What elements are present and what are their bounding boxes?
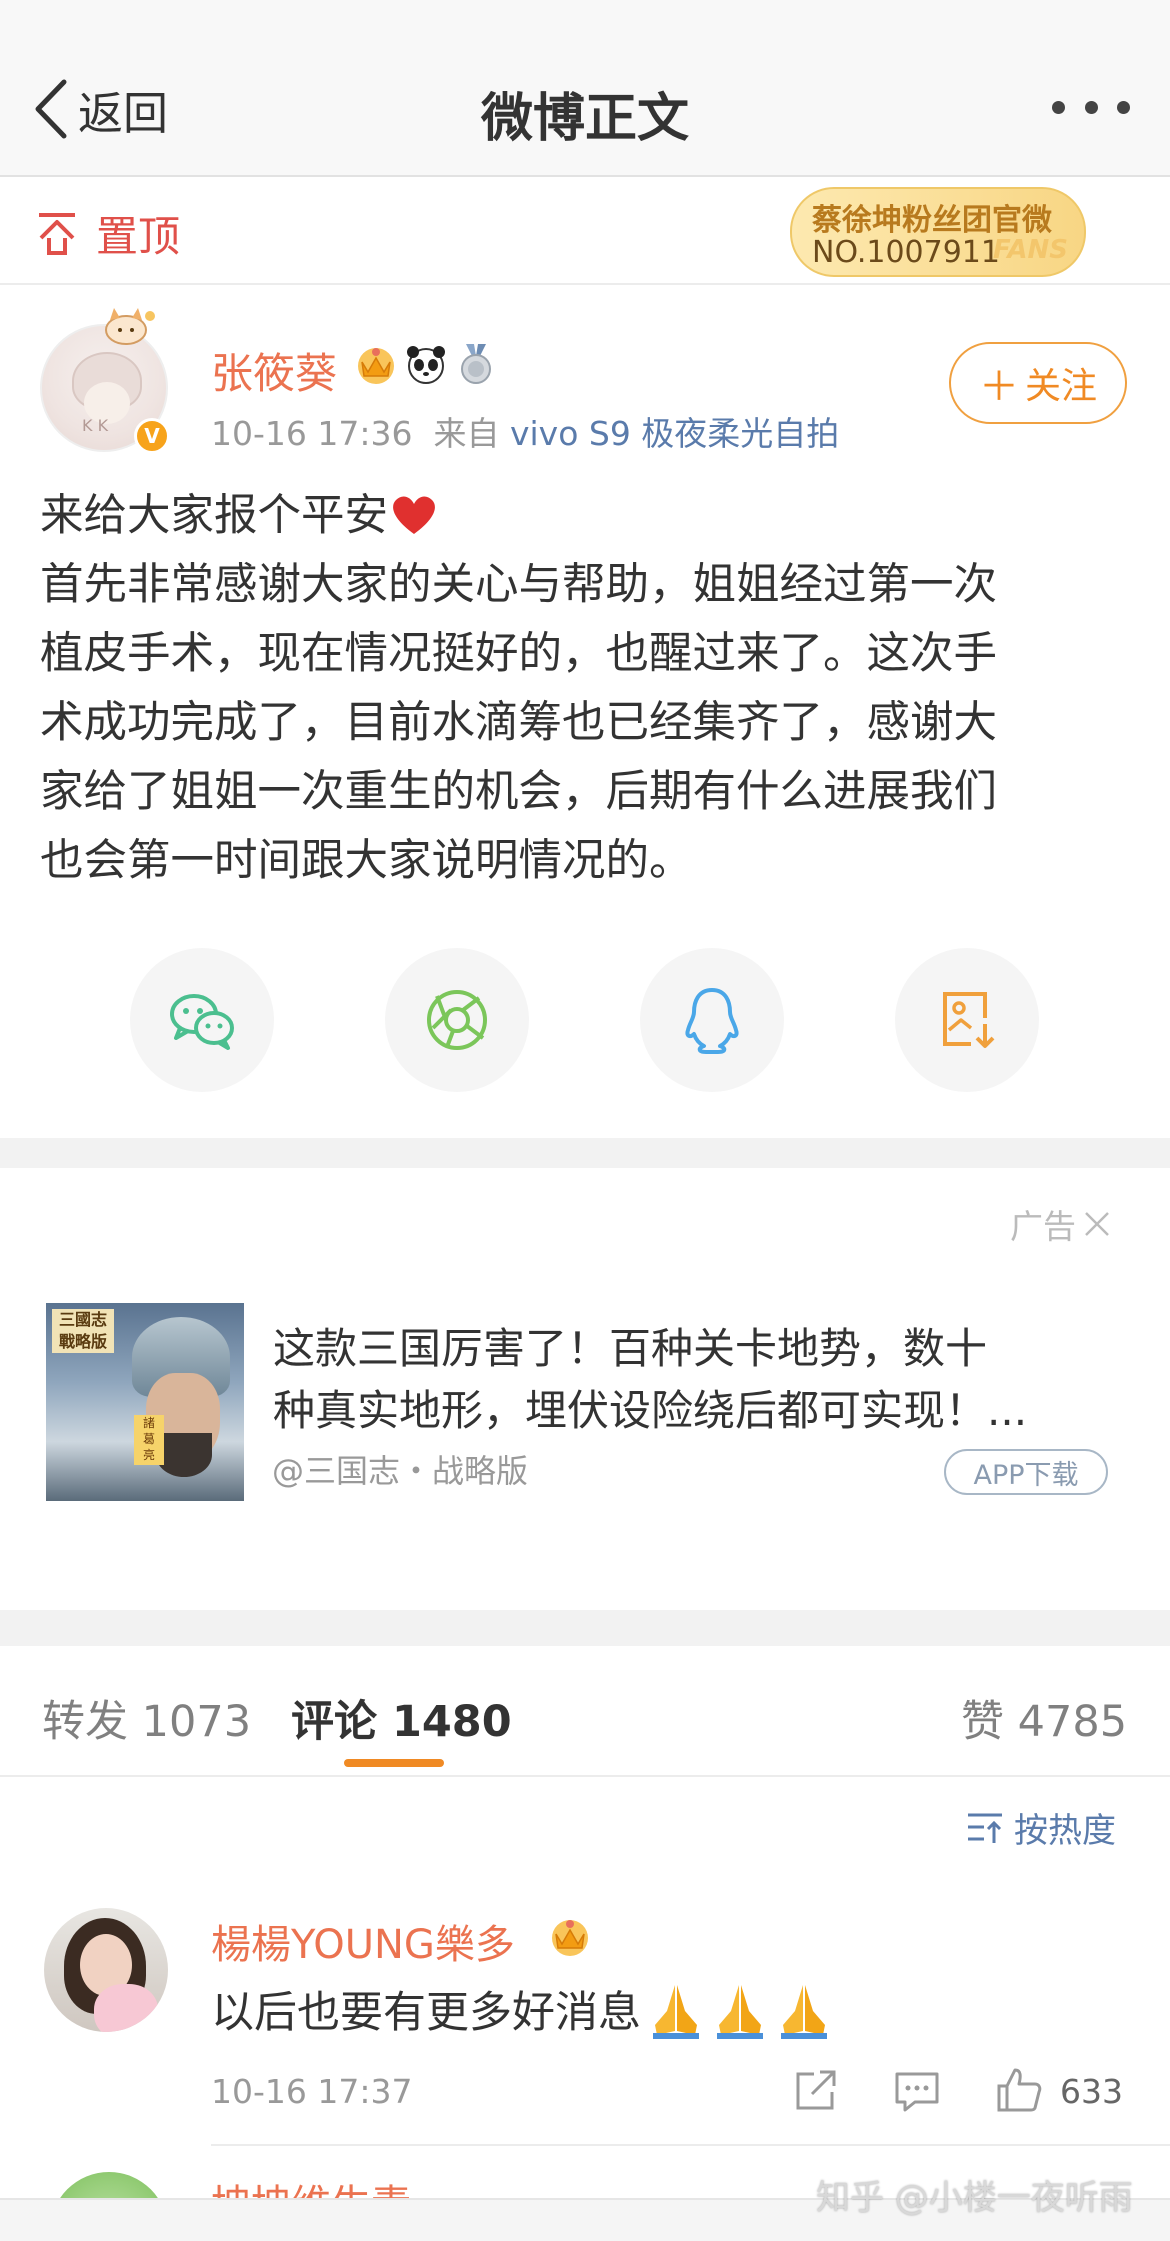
commenter-avatar[interactable] (44, 1908, 168, 2032)
ad-source: @三国志・战略版 (272, 1452, 529, 1490)
comment-reply-button[interactable] (893, 2066, 941, 2118)
ad-title-line: 种真实地形，埋伏设险绕后都可实现！... (273, 1386, 1028, 1435)
commenter-name[interactable]: 楊楊YOUNG樂多 (211, 1912, 515, 1970)
praying-hands-icon (781, 1985, 827, 2039)
share-qq-button[interactable] (640, 948, 784, 1092)
post-content: 来给大家报个平安 首先非常感谢大家的关心与帮助，姐姐经过第一次 植皮手术，现在情… (40, 482, 1140, 896)
section-separator (0, 1138, 1170, 1168)
tab-comment[interactable]: 评论 1480 (291, 1687, 512, 1749)
active-tab-indicator (344, 1759, 444, 1767)
comment-like-count: 633 (1060, 2072, 1123, 2111)
pinned-indicator: 置顶 (36, 203, 180, 264)
post-source-prefix: 来自 (433, 414, 500, 453)
ad-title[interactable]: 这款三国厉害了！百种关卡地势，数十 种真实地形，埋伏设险绕后都可实现！... (273, 1318, 1113, 1442)
post-line: 植皮手术，现在情况挺好的，也醒过来了。这次手 (40, 629, 997, 679)
post-line: 术成功完成了，目前水滴筹也已经集齐了，感谢大 (40, 698, 997, 748)
share-out-icon (796, 2070, 836, 2110)
more-dot-icon (1117, 100, 1130, 114)
reply-bubble-icon (895, 2072, 939, 2112)
pinned-label: 置顶 (96, 212, 181, 261)
ad-close-button[interactable]: 广告 (1010, 1200, 1112, 1248)
comment-time: 10-16 17:37 (211, 2072, 413, 2111)
thumbs-up-icon (997, 2068, 1042, 2112)
medal-badge-icon (461, 344, 491, 384)
crown-badge-icon (552, 1920, 588, 1956)
author-avatar[interactable]: K K V (40, 306, 172, 454)
praying-hands-icon (717, 1985, 763, 2039)
watermark: 知乎 @小楼一夜听雨 (816, 2178, 1133, 2218)
follow-button[interactable]: ＋关注 (949, 342, 1127, 424)
ad-game-logo: 三國志 戰略版 (52, 1309, 114, 1353)
app-download-button[interactable]: APP下载 (944, 1449, 1108, 1495)
page-title: 微博正文 (480, 89, 689, 149)
post-time: 10-16 17:36 (211, 414, 413, 453)
comment-text-content: 以后也要有更多好消息 (211, 1988, 641, 2038)
verified-badge-icon: V (134, 418, 170, 454)
tab-repost[interactable]: 转发 1073 (42, 1687, 251, 1749)
post-line: 也会第一时间跟大家说明情况的。 (40, 836, 693, 886)
post-line: 家给了姐姐一次重生的机会，后期有什么进展我们 (40, 767, 997, 817)
fans-group-badge[interactable]: 蔡徐坤粉丝团官微 NO.1007911 FANS (790, 187, 1086, 277)
post-line-text: 来给大家报个平安 (40, 491, 388, 541)
sort-icon (968, 1813, 1002, 1843)
tab-divider (0, 1775, 1170, 1777)
author-badges (354, 342, 498, 386)
plus-icon: ＋ (978, 364, 1019, 410)
pin-top-icon (39, 212, 75, 255)
post-line: 来给大家报个平安 (40, 482, 1140, 551)
wechat-icon (170, 994, 234, 1050)
more-dot-icon (1052, 100, 1065, 114)
comment-share-button[interactable] (792, 2066, 840, 2118)
comment-like-button[interactable] (995, 2066, 1043, 2118)
ad-title-line: 这款三国厉害了！百种关卡地势，数十 (273, 1324, 988, 1373)
panda-badge-icon (407, 346, 445, 384)
praying-hands-icon (653, 1985, 699, 2039)
ad-character-seal: 諸葛亮 (134, 1415, 164, 1465)
ad-label: 广告 (1010, 1207, 1076, 1246)
share-save-image-button[interactable] (895, 948, 1039, 1092)
navigation-bar: 返回 微博正文 (0, 0, 1170, 177)
cat-sticker-icon (105, 308, 155, 345)
post-meta: 10-16 17:36 来自 vivo S9 极夜柔光自拍 (211, 407, 839, 455)
moments-icon (427, 990, 487, 1050)
red-heart-icon (393, 496, 435, 534)
crown-badge-icon (358, 348, 394, 384)
share-moments-button[interactable] (385, 948, 529, 1092)
save-image-icon (943, 992, 995, 1048)
comment-text: 以后也要有更多好消息 (211, 1978, 833, 2040)
author-name[interactable]: 张筱葵 (211, 340, 337, 401)
more-dot-icon (1084, 100, 1098, 114)
share-wechat-button[interactable] (130, 948, 274, 1092)
post-source-link[interactable]: vivo S9 极夜柔光自拍 (510, 414, 839, 453)
follow-label: 关注 (1024, 366, 1097, 407)
tab-like[interactable]: 赞 4785 (961, 1687, 1127, 1749)
comment-divider (211, 2144, 1170, 2146)
section-separator (0, 1610, 1170, 1646)
fans-badge-number: NO.1007911 (812, 235, 1000, 270)
sort-by-hot-button[interactable]: 按热度 (966, 1803, 1116, 1852)
post-line: 首先非常感谢大家的关心与帮助，姐姐经过第一次 (40, 560, 997, 610)
more-options-button[interactable] (1052, 92, 1130, 122)
pinned-row: 置顶 蔡徐坤粉丝团官微 NO.1007911 FANS (0, 179, 1170, 285)
fans-badge-tag: FANS (992, 235, 1068, 265)
fans-badge-name: 蔡徐坤粉丝团官微 (812, 203, 1052, 238)
close-icon (1085, 1212, 1109, 1236)
sort-label: 按热度 (1014, 1811, 1116, 1851)
ad-thumbnail[interactable]: 三國志 戰略版 諸葛亮 (46, 1303, 244, 1501)
qq-icon (685, 988, 739, 1054)
